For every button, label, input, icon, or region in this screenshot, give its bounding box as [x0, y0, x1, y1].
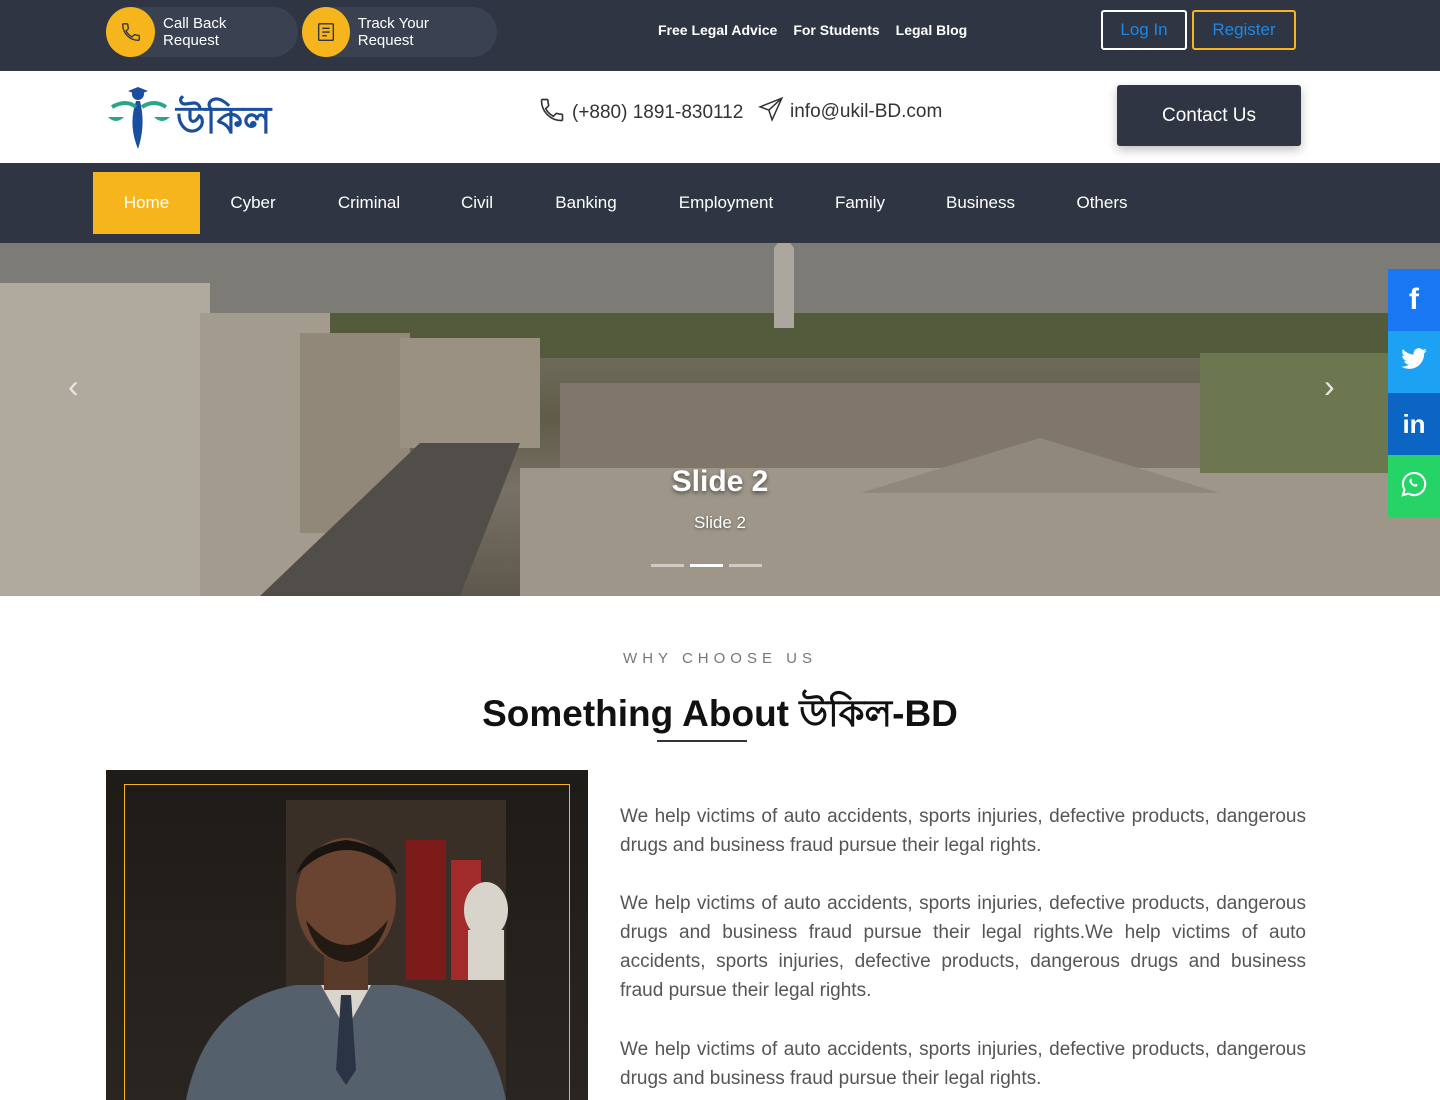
nav-employment[interactable]: Employment — [664, 172, 788, 234]
facebook-icon: f — [1409, 283, 1419, 316]
nav-civil[interactable]: Civil — [446, 172, 508, 234]
linkedin-share-button[interactable]: in — [1388, 393, 1440, 455]
about-paragraph: We help victims of auto accidents, sport… — [620, 806, 1306, 856]
login-button[interactable]: Log In — [1101, 10, 1187, 50]
legal-blog-link[interactable]: Legal Blog — [896, 22, 968, 38]
register-button[interactable]: Register — [1192, 10, 1296, 50]
phone-number: (+880) 1891-830112 — [572, 102, 744, 123]
track-label: Track Your Request — [357, 15, 429, 49]
slide-indicator-3[interactable] — [729, 564, 762, 567]
whatsapp-share-button[interactable] — [1388, 455, 1440, 517]
nav-home[interactable]: Home — [93, 172, 200, 234]
track-request-button[interactable]: Track Your Request — [302, 7, 497, 57]
document-icon — [302, 7, 350, 57]
lawyer-photo — [106, 770, 588, 1100]
contact-us-button[interactable]: Contact Us — [1117, 85, 1301, 146]
slide-indicator-1[interactable] — [651, 564, 684, 567]
paper-plane-icon — [758, 96, 784, 128]
next-arrow-icon[interactable]: › — [1324, 368, 1335, 405]
nav-banking[interactable]: Banking — [540, 172, 632, 234]
slide-subtitle: Slide 2 — [694, 513, 746, 532]
whatsapp-icon — [1400, 470, 1428, 503]
for-students-link[interactable]: For Students — [793, 22, 879, 38]
nav-family[interactable]: Family — [818, 172, 902, 234]
logo-text: উকিল — [174, 95, 273, 142]
phone-icon — [538, 96, 566, 130]
call-back-label: Call Back Request — [163, 15, 227, 49]
slide-indicator-2[interactable] — [690, 564, 723, 567]
about-paragraph: We help victims of auto accidents, sport… — [620, 893, 1306, 1001]
section-title: Something About উকিল-BD — [482, 693, 958, 734]
logo[interactable]: উকিল — [106, 85, 276, 153]
nav-others[interactable]: Others — [1062, 172, 1142, 234]
nav-criminal[interactable]: Criminal — [322, 172, 416, 234]
title-underline — [657, 740, 747, 742]
twitter-share-button[interactable] — [1388, 331, 1440, 393]
hero-slider: ‹ › Slide 2 Slide 2 — [0, 243, 1440, 596]
about-paragraph: We help victims of auto accidents, sport… — [620, 1039, 1306, 1089]
email-contact[interactable]: info@ukil-BD.com — [758, 96, 942, 128]
nav-cyber[interactable]: Cyber — [214, 172, 292, 234]
nav-business[interactable]: Business — [930, 172, 1031, 234]
prev-arrow-icon[interactable]: ‹ — [68, 368, 79, 405]
section-eyebrow: WHY CHOOSE US — [623, 650, 817, 667]
phone-contact[interactable]: (+880) 1891-830112 — [538, 96, 743, 130]
hero-city-image — [0, 243, 1440, 596]
call-back-request-button[interactable]: Call Back Request — [106, 7, 298, 57]
slide-title: Slide 2 — [671, 465, 769, 498]
facebook-share-button[interactable]: f — [1388, 269, 1440, 331]
photo-frame — [124, 784, 570, 1100]
twitter-icon — [1400, 347, 1428, 377]
phone-icon — [106, 7, 156, 57]
top-links: Free Legal Advice For Students Legal Blo… — [658, 22, 967, 38]
free-legal-advice-link[interactable]: Free Legal Advice — [658, 22, 777, 38]
linkedin-icon: in — [1402, 408, 1426, 439]
email-address: info@ukil-BD.com — [790, 101, 943, 122]
